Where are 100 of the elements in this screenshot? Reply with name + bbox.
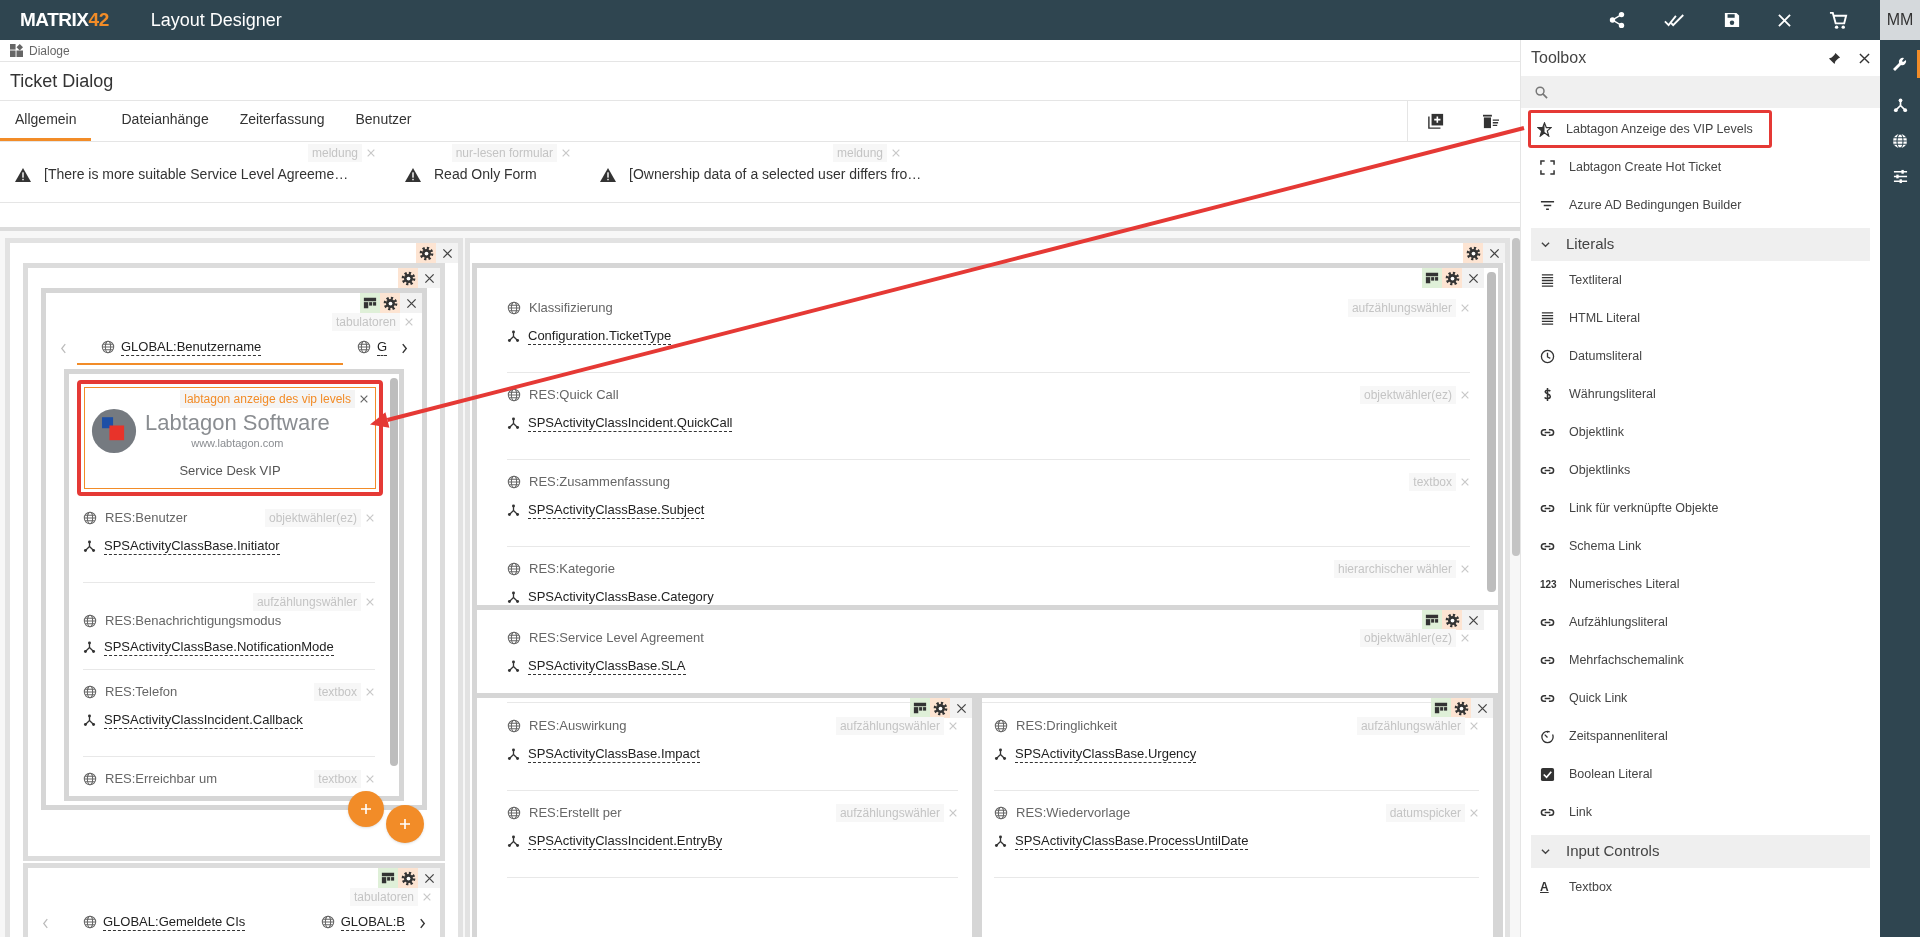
group-header[interactable]: Literals: [1531, 228, 1870, 261]
globe-icon: [101, 340, 115, 354]
close-button[interactable]: [418, 868, 440, 888]
field-binding[interactable]: Configuration.TicketType: [528, 328, 672, 345]
dialog-tab[interactable]: Dateianhänge: [106, 101, 224, 141]
toolbox-item[interactable]: Datumsliteral: [1531, 337, 1870, 375]
double-check-icon[interactable]: [1664, 12, 1686, 28]
globe-icon: [507, 631, 521, 645]
settings-button[interactable]: [1442, 610, 1462, 630]
close-button[interactable]: [1471, 698, 1493, 718]
layout-button[interactable]: [910, 698, 930, 718]
toolbox-item[interactable]: Objektlinks: [1531, 451, 1870, 489]
toolbox-item[interactable]: 123 Numerisches Literal: [1531, 565, 1870, 603]
close-icon[interactable]: [1859, 52, 1870, 64]
field-binding[interactable]: SPSActivityClassBase.NotificationMode: [104, 638, 334, 656]
globe-icon: [83, 685, 97, 699]
app-title: Layout Designer: [150, 8, 282, 32]
field-binding[interactable]: SPSActivityClassBase.Impact: [528, 746, 700, 763]
close-button[interactable]: [436, 243, 458, 263]
settings-button[interactable]: [930, 698, 950, 718]
settings-button[interactable]: [380, 293, 400, 313]
settings-button[interactable]: [416, 243, 436, 263]
field-label: RES:Zusammenfassung: [529, 473, 670, 492]
toolbox-item[interactable]: Zeitspannenliteral: [1531, 717, 1870, 755]
field-binding[interactable]: SPSActivityClassBase.Initiator: [104, 538, 280, 555]
sliders-icon[interactable]: [1892, 169, 1908, 184]
search-icon: [1535, 85, 1548, 99]
close-button[interactable]: [1462, 610, 1484, 630]
toolbox-item[interactable]: Quick Link: [1531, 679, 1870, 717]
hierarchy-icon[interactable]: [1892, 98, 1908, 113]
settings-button[interactable]: [398, 868, 418, 888]
save-icon[interactable]: [1724, 12, 1740, 28]
field-label: RES:Quick Call: [529, 386, 619, 405]
breadcrumb-link[interactable]: Dialoge: [29, 41, 70, 60]
globe-icon: [507, 388, 521, 402]
toolbox-item[interactable]: Schema Link: [1531, 527, 1870, 565]
toolbox-item[interactable]: Labtagon Anzeige des VIP Levels: [1528, 110, 1772, 148]
globe-icon: [507, 806, 521, 820]
toolbox-item[interactable]: HTML Literal: [1531, 299, 1870, 337]
close-icon: [1476, 702, 1488, 714]
user-avatar[interactable]: MM: [1880, 0, 1920, 40]
field-binding[interactable]: SPSActivityClassBase.Urgency: [1015, 746, 1197, 763]
layout-button[interactable]: [1422, 610, 1442, 630]
field-binding[interactable]: SPSActivityClassIncident.Callback: [104, 712, 303, 729]
add-page-icon[interactable]: [1428, 113, 1444, 129]
toolbox-item[interactable]: Link für verknüpfte Objekte: [1531, 489, 1870, 527]
close-button[interactable]: [418, 268, 440, 288]
close-icon: [405, 297, 417, 309]
field-binding[interactable]: SPSActivityClassIncident.EntryBy: [528, 833, 723, 850]
layout-button[interactable]: [1431, 698, 1451, 718]
group-header[interactable]: Input Controls: [1531, 835, 1870, 868]
field-label: RES:Kategorie: [529, 560, 615, 579]
hierarchy-icon: [83, 540, 96, 553]
toolbox-item[interactable]: Textliteral: [1531, 261, 1870, 299]
pin-icon[interactable]: [1828, 51, 1841, 65]
dialog-tab[interactable]: Allgemein: [0, 101, 92, 141]
field-binding[interactable]: SPSActivityClassIncident.QuickCall: [528, 415, 733, 432]
layout-button[interactable]: [360, 293, 380, 313]
close-button[interactable]: [950, 698, 972, 718]
message-text: Read Only Form: [434, 165, 537, 184]
toolbox-item[interactable]: A Textbox: [1531, 868, 1870, 906]
canvas-tab[interactable]: G: [352, 331, 391, 365]
scrollbar-thumb[interactable]: [1512, 238, 1520, 556]
layout-button[interactable]: [1422, 268, 1442, 288]
field-binding[interactable]: SPSActivityClassBase.Subject: [528, 502, 705, 519]
field-binding[interactable]: SPSActivityClassBase.SLA: [528, 658, 686, 675]
settings-button[interactable]: [1442, 268, 1462, 288]
toolbox-item[interactable]: Azure AD Bedingungen Builder: [1531, 186, 1870, 224]
settings-button[interactable]: [1463, 243, 1483, 263]
close-icon[interactable]: [359, 394, 369, 404]
toolbox-item[interactable]: Mehrfachschemalink: [1531, 641, 1870, 679]
toolbox-item[interactable]: Link: [1531, 793, 1870, 831]
dialog-tab[interactable]: Benutzer: [340, 101, 427, 141]
settings-button[interactable]: [398, 268, 418, 288]
message-text: [Ownership data of a selected user differs fro…: [629, 165, 922, 184]
toolbox-item[interactable]: Boolean Literal: [1531, 755, 1870, 793]
delete-list-icon[interactable]: [1482, 113, 1500, 129]
toolbox-item[interactable]: Aufzählungsliteral: [1531, 603, 1870, 641]
close-button[interactable]: [400, 293, 422, 313]
cart-icon[interactable]: [1829, 10, 1848, 30]
dialog-tab[interactable]: Zeiterfassung: [224, 101, 340, 141]
close-icon: [1488, 247, 1500, 259]
scrollbar-thumb[interactable]: [390, 378, 398, 766]
close-button[interactable]: [1462, 268, 1484, 288]
scrollbar-thumb[interactable]: [1486, 272, 1496, 592]
close-button[interactable]: [1483, 243, 1505, 263]
canvas-tab[interactable]: GLOBAL:Gemeldete CIs: [59, 906, 307, 937]
vip-level-widget[interactable]: labtagon anzeige des vip levels Labtagon Software www.labtagon.com Service Desk VIP: [77, 380, 383, 496]
search-field[interactable]: [1521, 76, 1880, 108]
field-binding[interactable]: SPSActivityClassBase.ProcessUntilDate: [1015, 833, 1249, 850]
toolbox-item[interactable]: Labtagon Create Hot Ticket: [1531, 148, 1870, 186]
globe-icon[interactable]: [1892, 133, 1908, 149]
canvas-tab[interactable]: GLOBAL:Benutzername: [77, 331, 343, 365]
layout-button[interactable]: [378, 868, 398, 888]
toolbox-item[interactable]: Objektlink: [1531, 413, 1870, 451]
share-icon[interactable]: [1608, 11, 1626, 29]
field-binding[interactable]: SPSActivityClassBase.Category: [528, 589, 714, 605]
settings-button[interactable]: [1451, 698, 1471, 718]
toolbox-item[interactable]: Währungsliteral: [1531, 375, 1870, 413]
canvas-tab[interactable]: GLOBAL:B: [316, 906, 409, 937]
